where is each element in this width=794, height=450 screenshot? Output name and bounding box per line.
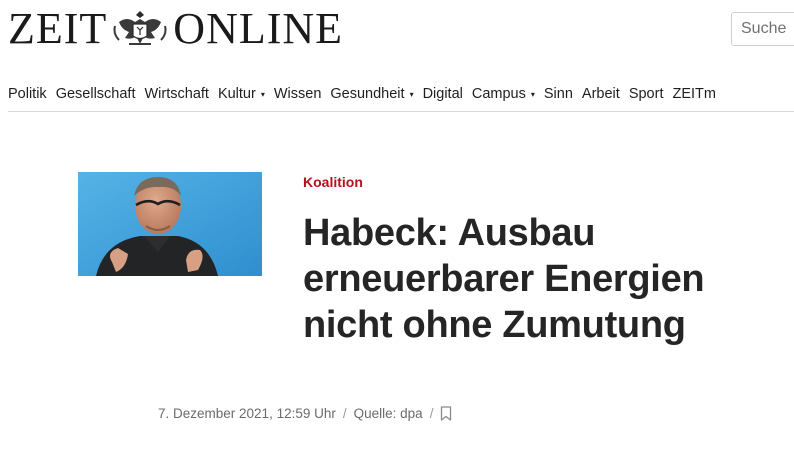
eagle-crest-icon xyxy=(113,11,167,45)
headline-line: Habeck: Ausbau xyxy=(303,212,596,254)
headline-line: erneuerbarer Energien xyxy=(303,258,705,300)
bookmark-icon[interactable] xyxy=(440,406,452,421)
nav-label: Politik xyxy=(8,86,47,102)
chevron-down-icon: ▾ xyxy=(530,89,535,99)
nav-item-sport[interactable]: Sport xyxy=(629,86,664,102)
nav-item-zeitmagazin[interactable]: ZEITm xyxy=(672,86,716,102)
logo-word-zeit: ZEIT xyxy=(8,4,108,53)
nav-item-digital[interactable]: Digital xyxy=(423,86,463,102)
nav-label: ZEITm xyxy=(672,86,716,102)
nav-divider xyxy=(8,111,794,112)
main-navigation: Politik Gesellschaft Wirtschaft Kultur ▾ … xyxy=(8,84,725,104)
nav-label: Sport xyxy=(628,86,664,102)
nav-item-kultur[interactable]: Kultur ▾ xyxy=(218,86,265,102)
article-kicker[interactable]: Koalition xyxy=(303,174,363,190)
nav-label: Wirtschaft xyxy=(144,86,209,102)
article-meta: 7. Dezember 2021, 12:59 Uhr / Quelle: dp… xyxy=(158,406,452,421)
article-date: 7. Dezember 2021, 12:59 Uhr xyxy=(158,406,336,421)
nav-label: Digital xyxy=(422,86,463,102)
chevron-down-icon: ▾ xyxy=(409,89,414,99)
nav-item-wirtschaft[interactable]: Wirtschaft xyxy=(144,86,208,102)
article-source: Quelle: dpa xyxy=(353,406,423,421)
nav-item-gesundheit[interactable]: Gesundheit ▾ xyxy=(330,86,413,102)
nav-label: Wissen xyxy=(273,86,322,102)
meta-separator: / xyxy=(342,406,347,421)
nav-label: Sinn xyxy=(543,86,573,102)
headline-line: nicht ohne Zumutung xyxy=(303,304,686,346)
nav-item-wissen[interactable]: Wissen xyxy=(274,86,322,102)
nav-label: Gesundheit xyxy=(330,86,405,102)
article-image[interactable] xyxy=(78,172,262,276)
meta-separator: / xyxy=(429,406,434,421)
nav-item-gesellschaft[interactable]: Gesellschaft xyxy=(56,86,136,102)
article-headline[interactable]: Habeck: Ausbau erneuerbarer Energien nic… xyxy=(303,210,773,348)
nav-item-arbeit[interactable]: Arbeit xyxy=(582,86,620,102)
nav-item-politik[interactable]: Politik xyxy=(8,86,47,102)
nav-item-campus[interactable]: Campus ▾ xyxy=(472,86,535,102)
nav-label: Kultur xyxy=(217,86,256,102)
nav-label: Gesellschaft xyxy=(55,86,136,102)
search-input[interactable] xyxy=(731,12,794,46)
site-logo[interactable]: ZEIT ONLINE xyxy=(8,4,344,53)
nav-label: Arbeit xyxy=(581,86,620,102)
nav-label: Campus xyxy=(471,86,526,102)
chevron-down-icon: ▾ xyxy=(260,89,265,99)
nav-item-sinn[interactable]: Sinn xyxy=(544,86,573,102)
logo-word-online: ONLINE xyxy=(173,4,344,53)
